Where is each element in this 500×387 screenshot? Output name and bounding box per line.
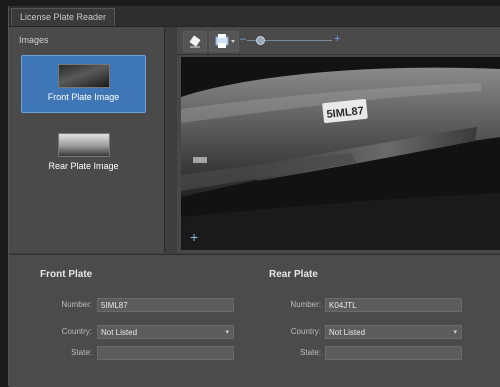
window-title-tab[interactable]: License Plate Reader <box>11 8 116 26</box>
front-plate-thumbnail <box>58 64 110 88</box>
rear-state-field[interactable] <box>325 346 462 360</box>
front-plate-title: Front Plate <box>40 269 93 280</box>
add-point-icon[interactable]: + <box>190 229 198 245</box>
zoom-in-icon[interactable]: + <box>334 32 340 46</box>
print-button[interactable] <box>209 31 239 52</box>
viewer-toolbar: – + <box>177 27 500 55</box>
chevron-down-icon: ▾ <box>225 329 229 336</box>
vehicle-photo: 5IML87 + <box>181 57 500 250</box>
rear-plate-image-item[interactable]: Rear Plate Image <box>21 124 146 182</box>
image-viewer: – + 5IML87 + <box>177 27 500 253</box>
zoom-out-icon[interactable]: – <box>240 32 246 46</box>
rear-country-select[interactable]: Not Listed ▾ <box>325 325 462 339</box>
front-state-field[interactable] <box>97 346 234 360</box>
front-state-label: State: <box>71 348 92 357</box>
front-country-select[interactable]: Not Listed ▾ <box>97 325 234 339</box>
rear-plate-title: Rear Plate <box>269 269 318 280</box>
title-bar: License Plate Reader <box>9 6 500 27</box>
front-country-label: Country: <box>61 327 92 336</box>
rear-country-label: Country: <box>290 327 321 336</box>
rear-number-label: Number: <box>290 300 321 309</box>
rear-country-value: Not Listed <box>329 328 366 337</box>
rear-plate-thumbnail <box>58 133 110 157</box>
images-panel: Images Front Plate Image Rear Plate Imag… <box>9 27 165 253</box>
license-plate-reader-window: License Plate Reader Images Front Plate … <box>8 6 500 387</box>
zoom-slider-handle[interactable] <box>255 36 265 45</box>
printer-icon <box>215 34 235 48</box>
front-plate-image-item[interactable]: Front Plate Image <box>21 55 146 113</box>
images-panel-label: Images <box>19 35 49 45</box>
front-plate-image-label: Front Plate Image <box>47 92 120 102</box>
rear-state-label: State: <box>300 348 321 357</box>
chevron-down-icon: ▾ <box>453 329 457 336</box>
front-number-label: Number: <box>61 300 92 309</box>
rear-plate-image-label: Rear Plate Image <box>48 161 119 171</box>
front-country-value: Not Listed <box>101 328 138 337</box>
eraser-icon <box>189 35 201 48</box>
rear-number-field[interactable]: K04JTL <box>325 298 462 312</box>
eraser-button[interactable] <box>183 31 207 52</box>
plate-details-panel: Front Plate Number: 5IML87 Country: Not … <box>9 254 500 387</box>
front-number-field[interactable]: 5IML87 <box>97 298 234 312</box>
